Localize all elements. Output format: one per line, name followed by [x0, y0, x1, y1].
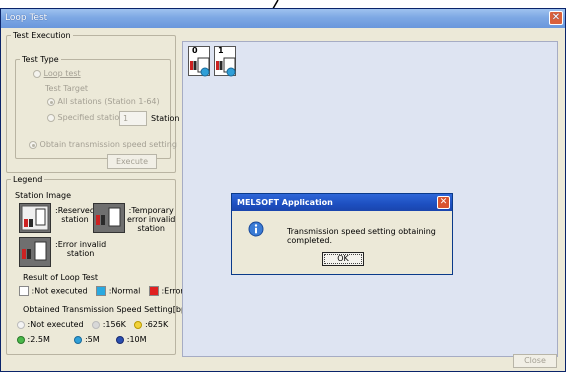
test-type-legend: Test Type	[22, 55, 59, 64]
obtain-speed-option[interactable]: Obtain transmission speed setting	[29, 140, 177, 149]
all-stations-option[interactable]: All stations (Station 1-64)	[47, 97, 160, 106]
station-1-icon	[216, 57, 236, 77]
speed-625k-icon	[134, 320, 143, 329]
title-bar: Loop Test ✕	[1, 9, 565, 28]
temporary-error-station-label: :Temporary error invalid station	[127, 206, 176, 233]
result-legend-row: :Not executed :Normal :Error	[19, 286, 184, 296]
station-number-1: 1	[218, 46, 224, 55]
dialog-title: MELSOFT Application	[237, 198, 333, 207]
loop-test-radio[interactable]	[33, 69, 41, 78]
info-icon	[248, 221, 264, 237]
station-tile-0[interactable]: 0	[188, 46, 210, 77]
legend-title: Legend	[13, 175, 43, 184]
all-stations-radio[interactable]	[47, 97, 55, 106]
normal-swatch	[96, 286, 107, 296]
speed-10m-label: :10M	[126, 335, 147, 344]
loop-test-label: Loop test	[43, 69, 81, 78]
ok-button[interactable]: OK	[322, 252, 364, 266]
reserved-station-label: :Reserved station	[55, 206, 95, 224]
specified-station-radio[interactable]	[47, 113, 55, 122]
speed-10m-icon	[116, 335, 125, 344]
melsoft-dialog: MELSOFT Application ✕ Transmission speed…	[231, 193, 453, 275]
station-tile-1[interactable]: 1	[214, 46, 236, 77]
station-image-label: Station Image	[15, 191, 72, 200]
error-invalid-station-icon	[19, 237, 51, 267]
error-invalid-station-label: :Error invalid station	[55, 240, 107, 258]
window-close-button[interactable]: ✕	[549, 11, 563, 25]
speed-156k-icon	[92, 320, 101, 329]
loop-test-window: Loop Test ✕ Test Execution Test Type Loo…	[0, 8, 566, 372]
specified-station-input[interactable]: 1	[119, 111, 147, 126]
test-execution-legend: Test Execution	[13, 31, 71, 40]
close-button[interactable]: Close	[513, 354, 557, 368]
speed-not-executed-icon	[17, 320, 25, 329]
window-title: Loop Test	[5, 13, 48, 23]
not-executed-swatch	[19, 286, 29, 296]
loop-test-option[interactable]: Loop test	[33, 69, 81, 78]
obtain-speed-label: Obtain transmission speed setting	[39, 140, 177, 149]
speed-row-1: :Not executed :156K :625K	[17, 320, 168, 329]
test-target-label: Test Target	[45, 84, 89, 93]
specified-station-label: Specified station	[57, 113, 125, 122]
speed-625k-label: :625K	[145, 320, 169, 329]
speed-not-executed-label: :Not executed	[27, 320, 84, 329]
dialog-message: Transmission speed setting obtaining com…	[287, 227, 436, 245]
speed-156k-label: :156K	[102, 320, 126, 329]
speed-heading: Obtained Transmission Speed Setting[bps]	[23, 305, 194, 314]
station-suffix-label: Station	[151, 114, 180, 123]
reserved-station-icon	[19, 203, 51, 233]
dialog-close-button[interactable]: ✕	[437, 196, 450, 209]
station-number-0: 0	[192, 46, 198, 55]
all-stations-label: All stations (Station 1-64)	[57, 97, 160, 106]
dialog-title-bar: MELSOFT Application ✕	[232, 194, 452, 211]
obtain-speed-radio[interactable]	[29, 140, 37, 149]
speed-5m-label: :5M	[84, 335, 100, 344]
error-label: :Error	[161, 286, 184, 296]
temporary-error-station-icon	[93, 203, 125, 233]
speed-2-5m-label: :2.5M	[27, 335, 50, 344]
not-executed-label: :Not executed	[31, 286, 88, 296]
execute-button[interactable]: Execute	[107, 154, 157, 169]
error-swatch	[148, 286, 159, 296]
speed-2-5m-icon	[17, 335, 25, 344]
normal-label: :Normal	[108, 286, 141, 296]
speed-5m-icon	[74, 335, 83, 344]
result-label: Result of Loop Test	[23, 273, 98, 282]
specified-station-option[interactable]: Specified station	[47, 113, 124, 122]
station-0-icon	[190, 57, 210, 77]
speed-row-2: :2.5M :5M :10M	[17, 335, 147, 344]
